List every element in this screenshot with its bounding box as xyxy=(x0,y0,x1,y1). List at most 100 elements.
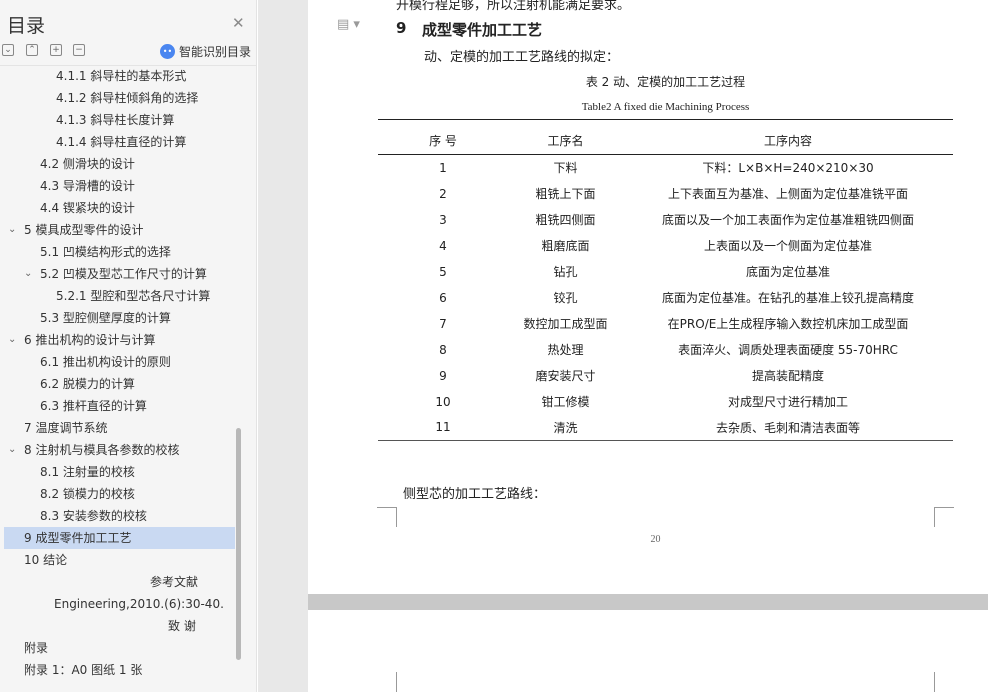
section-title: 成型零件加工工艺 xyxy=(422,21,543,39)
toc-item[interactable]: 8.3 安装参数的校核 xyxy=(4,505,235,527)
chevron-up-icon[interactable]: ⌃ xyxy=(26,44,38,56)
toc-item-label: 8 注射机与模具各参数的校核 xyxy=(24,443,180,457)
table-cell: 钳工修模 xyxy=(541,395,590,409)
toc-item-label: 4.4 锲紧块的设计 xyxy=(40,201,135,215)
table-cell: 下料 xyxy=(553,161,578,176)
table-cell: 粗铣上下面 xyxy=(535,187,596,201)
table-row: 2 粗铣上下面 上下表面互为基准、上侧面为定位基准铣平面 xyxy=(378,181,953,207)
toc-item-label: 6.1 推出机构设计的原则 xyxy=(40,355,171,369)
table-cell: 4 xyxy=(439,238,447,253)
body-text: 开模行程足够，所以注射机能满足要求。 xyxy=(396,0,631,13)
table-cell: 6 xyxy=(439,290,447,305)
toc-item[interactable]: 8.2 锁模力的校核 xyxy=(4,483,235,505)
collapse-icon[interactable]: ⌄ xyxy=(2,44,14,56)
toc-item[interactable]: 参考文献 xyxy=(4,571,235,593)
header-process-name: 工序名 xyxy=(508,119,623,155)
table-row: 6 铰孔 底面为定位基准。在钻孔的基准上铰孔提高精度 xyxy=(378,285,953,311)
toc-item[interactable]: ⌄ 6 推出机构的设计与计算 xyxy=(4,329,235,351)
table-cell: 清洗 xyxy=(508,414,623,441)
minus-icon[interactable]: − xyxy=(73,44,85,56)
toc-item[interactable]: 5.2.1 型腔和型芯各尺寸计算 xyxy=(4,285,235,307)
close-icon[interactable]: ✕ xyxy=(232,14,245,32)
toc-item-label: 7 温度调节系统 xyxy=(24,421,108,435)
toc-item-label: 4.1.3 斜导柱长度计算 xyxy=(56,113,175,127)
toc-item-label: 5.2.1 型腔和型芯各尺寸计算 xyxy=(56,289,211,303)
toc-list: 4.1.1 斜导柱的基本形式 4.1.2 斜导柱倾斜角的选择 4.1.3 斜导柱长度… xyxy=(0,66,244,692)
toc-item[interactable]: ⌄ 8 注射机与模具各参数的校核 xyxy=(4,439,235,461)
toc-item[interactable]: 5.3 型腔侧壁厚度的计算 xyxy=(4,307,235,329)
toc-item[interactable]: 6.2 脱模力的计算 xyxy=(4,373,235,395)
toc-item-label: 8.3 安装参数的校核 xyxy=(40,509,147,523)
toc-item[interactable]: 4.1.1 斜导柱的基本形式 xyxy=(4,66,235,87)
table-row: 1 下料 下料：L×B×H=240×210×30 xyxy=(378,155,953,181)
table-row: 10 钳工修模 对成型尺寸进行精加工 xyxy=(378,389,953,415)
toc-item-label: 4.3 导滑槽的设计 xyxy=(40,179,135,193)
corner-mark xyxy=(377,507,397,527)
body-text: 侧型芯的加工工艺路线： xyxy=(403,487,547,502)
chevron-down-icon[interactable]: ⌄ xyxy=(8,329,16,351)
table-cell: 11 xyxy=(378,414,508,441)
toc-item[interactable]: ⌄ 5 模具成型零件的设计 xyxy=(4,219,235,241)
toc-item[interactable]: 5.1 凹模结构形式的选择 xyxy=(4,241,235,263)
toc-item-label: 5.1 凹模结构形式的选择 xyxy=(40,245,171,259)
intro-text: 动、定模的加工工艺路线的拟定： xyxy=(424,50,620,65)
toc-item-label: 5.3 型腔侧壁厚度的计算 xyxy=(40,311,171,325)
toc-item-label: 6 推出机构的设计与计算 xyxy=(24,333,156,347)
toc-item[interactable]: 8.1 注射量的校核 xyxy=(4,461,235,483)
table-cell: 上表面以及一个侧面为定位基准 xyxy=(703,239,872,253)
table-row: 9 磨安装尺寸 提高装配精度 xyxy=(378,363,953,389)
toc-item-label: 4.1.4 斜导柱直径的计算 xyxy=(56,135,187,149)
toc-item[interactable]: ⌄ 5.2 凹模及型芯工作尺寸的计算 xyxy=(4,263,235,285)
document-icon[interactable]: ▤ ▾ xyxy=(337,17,360,32)
table-cell: 表面淬火、调质处理表面硬度 55-70HRC xyxy=(678,343,898,357)
toc-item[interactable]: 附录 1：A0 图纸 1 张 xyxy=(4,659,235,681)
toc-item[interactable]: 9 成型零件加工工艺 xyxy=(4,527,235,549)
toc-item-label: 4.1.1 斜导柱的基本形式 xyxy=(56,69,187,83)
table-cell: 上下表面互为基准、上侧面为定位基准铣平面 xyxy=(667,187,908,201)
toc-item[interactable]: Engineering,2010.(6):30-40. xyxy=(4,593,235,615)
table-row: 11 清洗 去杂质、毛刺和清洁表面等 xyxy=(378,414,953,441)
chevron-down-icon[interactable]: ⌄ xyxy=(8,439,16,461)
table-row: 8 热处理 表面淬火、调质处理表面硬度 55-70HRC xyxy=(378,337,953,363)
table-caption-cn: 表 2 动、定模的加工工艺过程 xyxy=(585,75,746,89)
section-number: 9 xyxy=(396,19,407,37)
scrollbar[interactable] xyxy=(236,428,241,660)
table-cell: 2 xyxy=(439,186,447,201)
chevron-down-icon[interactable]: ⌄ xyxy=(8,219,16,241)
toc-item-label: 5.2 凹模及型芯工作尺寸的计算 xyxy=(40,267,207,281)
toc-item[interactable]: 4.1.3 斜导柱长度计算 xyxy=(4,109,235,131)
toc-item-label: 9 成型零件加工工艺 xyxy=(24,531,132,545)
toc-item[interactable]: 10 结论 xyxy=(4,549,235,571)
smart-toc-button[interactable]: •• 智能识别目录 xyxy=(160,43,251,60)
toc-item[interactable]: 附录 xyxy=(4,637,235,659)
table-cell: 下料：L×B×H=240×210×30 xyxy=(702,161,874,176)
toc-item-label: 6.2 脱模力的计算 xyxy=(40,377,135,391)
table-row: 5 钻孔 底面为定位基准 xyxy=(378,259,953,285)
table-cell: 底面为定位基准 xyxy=(745,265,830,279)
toc-item[interactable]: 4.1.2 斜导柱倾斜角的选择 xyxy=(4,87,235,109)
toc-item[interactable]: 致 谢 xyxy=(4,615,235,637)
toc-item-label: 参考文献 xyxy=(150,575,199,589)
toc-sidebar: 目录 ✕ ⌄ ⌃ + − •• 智能识别目录 4.1.1 斜导柱的基本形式 4.1… xyxy=(0,0,257,692)
header-seq: 序 号 xyxy=(378,119,508,155)
toc-item-label: 8.1 注射量的校核 xyxy=(40,465,135,479)
toc-item-label: 4.2 侧滑块的设计 xyxy=(40,157,135,171)
toc-item[interactable]: 4.2 侧滑块的设计 xyxy=(4,153,235,175)
toc-item[interactable]: 6.3 推杆直径的计算 xyxy=(4,395,235,417)
table-cell: 在PRO/E上生成程序输入数控机床加工成型面 xyxy=(667,317,909,331)
toc-item[interactable]: 6.1 推出机构设计的原则 xyxy=(4,351,235,373)
table-cell: 磨安装尺寸 xyxy=(535,369,596,383)
sidebar-title: 目录 xyxy=(7,15,46,37)
toc-item-label: 致 谢 xyxy=(168,619,196,633)
toc-item-label: 附录 1：A0 图纸 1 张 xyxy=(24,663,143,677)
table-cell: 底面为定位基准。在钻孔的基准上铰孔提高精度 xyxy=(661,291,914,305)
table-cell: 数控加工成型面 xyxy=(523,317,608,331)
toc-item[interactable]: 4.1.4 斜导柱直径的计算 xyxy=(4,131,235,153)
toc-item[interactable]: 4.3 导滑槽的设计 xyxy=(4,175,235,197)
plus-icon[interactable]: + xyxy=(50,44,62,56)
toc-item[interactable]: 7 温度调节系统 xyxy=(4,417,235,439)
table-row: 7 数控加工成型面 在PRO/E上生成程序输入数控机床加工成型面 xyxy=(378,311,953,337)
toc-item[interactable]: 4.4 锲紧块的设计 xyxy=(4,197,235,219)
chevron-down-icon[interactable]: ⌄ xyxy=(24,263,32,285)
table-row: 4 粗磨底面 上表面以及一个侧面为定位基准 xyxy=(378,233,953,259)
